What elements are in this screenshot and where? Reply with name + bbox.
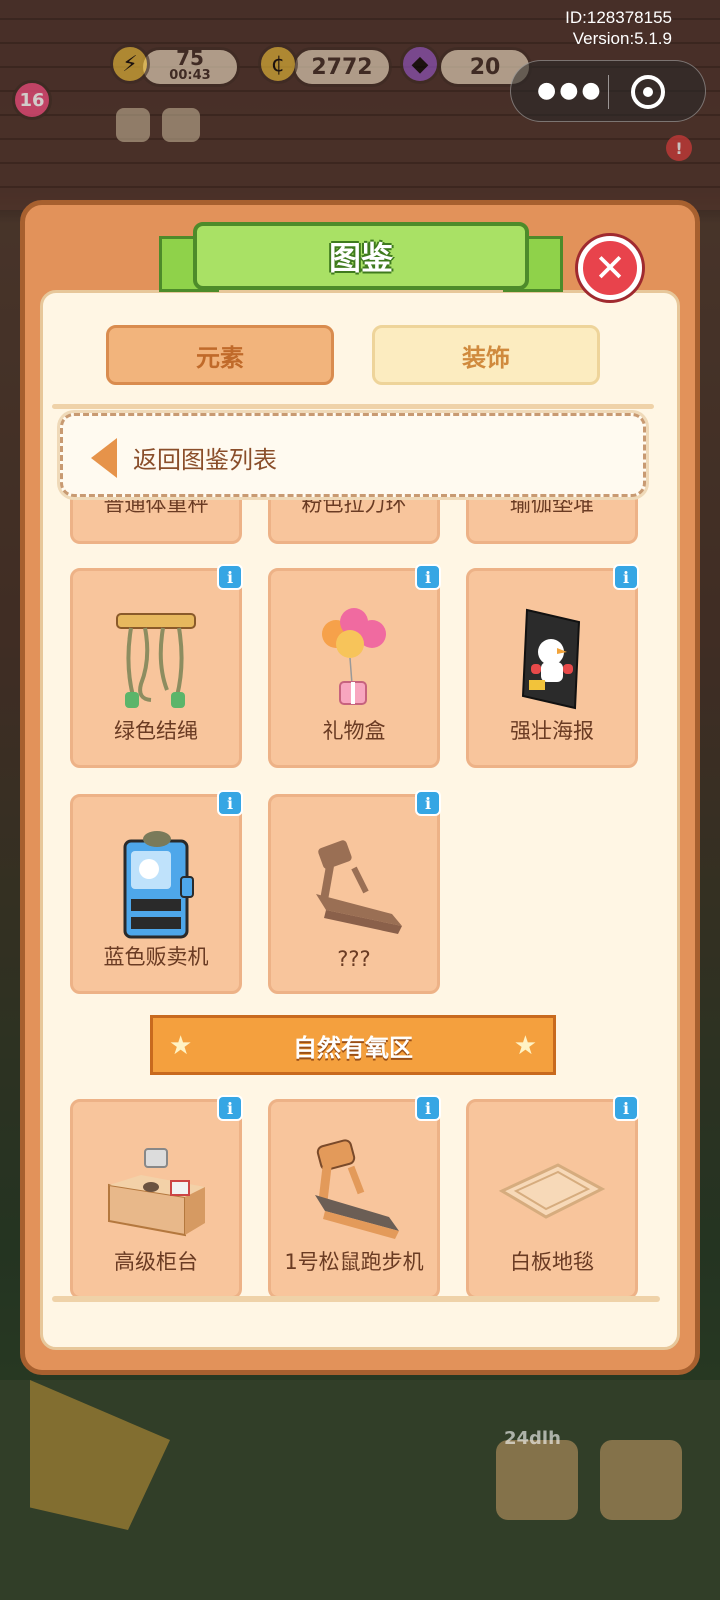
energy-timer: 00:43 — [169, 68, 211, 83]
gem-icon: ◆ — [400, 44, 440, 84]
coin-value: 2772 — [311, 54, 373, 80]
energy-counter[interactable]: 75 00:43 — [140, 47, 240, 87]
info-icon[interactable]: i — [613, 1095, 639, 1121]
mail-icon[interactable] — [162, 108, 200, 142]
close-miniprogram-icon[interactable] — [631, 75, 665, 109]
item-card-white-rug[interactable]: 白板地毯 — [466, 1099, 638, 1299]
version-label: Version:5.1.9 — [572, 29, 672, 48]
treadmill-icon — [271, 1120, 437, 1260]
capsule-divider — [608, 75, 609, 109]
tab-decorations[interactable]: 装饰 — [372, 325, 600, 385]
lightning-icon: ⚡ — [110, 44, 150, 84]
social-button[interactable] — [600, 1440, 682, 1520]
close-icon: ✕ — [594, 246, 626, 290]
star-icon: ★ — [513, 1031, 537, 1061]
back-to-list-button[interactable]: 返回图鉴列表 — [60, 413, 646, 497]
item-card-unknown[interactable]: ??? — [268, 794, 440, 994]
item-name: 蓝色贩卖机 — [103, 945, 209, 969]
bottom-timer: 24dlh — [504, 1428, 561, 1449]
treadmill-silhouette-icon — [271, 815, 437, 955]
more-options-icon[interactable]: ●●● — [537, 80, 604, 102]
divider — [52, 404, 654, 409]
counter-desk-icon — [73, 1120, 239, 1260]
tab-elements[interactable]: 元素 — [106, 325, 334, 385]
level-value: 16 — [19, 89, 45, 111]
section-title: 自然有氧区 — [293, 1033, 413, 1062]
energy-value: 75 — [176, 46, 204, 70]
gem-value: 20 — [469, 54, 501, 80]
info-icon[interactable]: i — [217, 790, 243, 816]
card-cut[interactable]: 瑜伽垫堆 — [466, 490, 638, 544]
item-card-squirrel-treadmill[interactable]: 1号松鼠跑步机 — [268, 1099, 440, 1299]
info-icon[interactable]: i — [217, 1095, 243, 1121]
card-cut[interactable]: 粉色拉力环 — [268, 490, 440, 544]
info-icon[interactable]: i — [415, 1095, 441, 1121]
item-name: 高级柜台 — [114, 1250, 198, 1274]
item-name: 1号松鼠跑步机 — [284, 1250, 424, 1274]
item-card-blue-vending[interactable]: 蓝色贩卖机 — [70, 794, 242, 994]
poster-icon — [469, 589, 635, 729]
star-icon: ★ — [169, 1031, 193, 1061]
level-badge[interactable]: 16 — [12, 80, 52, 120]
coin-icon: ¢ — [258, 44, 298, 84]
modal-title: 图鉴 — [193, 222, 529, 290]
info-icon[interactable]: i — [217, 564, 243, 590]
item-card-premium-counter[interactable]: 高级柜台 — [70, 1099, 242, 1299]
info-icon[interactable]: i — [415, 790, 441, 816]
item-card-strong-poster[interactable]: 强壮海报 — [466, 568, 638, 768]
card-pack-button[interactable] — [496, 1440, 578, 1520]
miniprogram-capsule: ●●● — [510, 60, 706, 122]
back-label: 返回图鉴列表 — [133, 446, 277, 474]
coin-counter[interactable]: 2772 — [292, 47, 392, 87]
vending-machine-icon — [73, 815, 239, 955]
info-icon[interactable]: i — [415, 564, 441, 590]
item-name: 强壮海报 — [510, 719, 594, 743]
item-name: 绿色结绳 — [114, 719, 198, 743]
list-bottom-edge — [52, 1296, 660, 1302]
title-ribbon: 图鉴 — [159, 222, 563, 298]
settings-icon[interactable] — [116, 108, 150, 142]
info-icon[interactable]: i — [613, 564, 639, 590]
back-arrow-icon — [91, 438, 117, 478]
section-banner: ★ 自然有氧区 ★ — [150, 1015, 556, 1075]
item-name: 白板地毯 — [510, 1250, 594, 1274]
item-name: 礼物盒 — [322, 719, 386, 743]
item-card-green-rope[interactable]: 绿色结绳 — [70, 568, 242, 768]
close-button[interactable]: ✕ — [578, 236, 642, 300]
user-id: ID:128378155 — [565, 8, 672, 27]
rug-icon — [469, 1120, 635, 1260]
item-card-gift-box[interactable]: 礼物盒 — [268, 568, 440, 768]
card-cut[interactable]: 普通体重秤 — [70, 490, 242, 544]
notification-alert-icon: ! — [666, 135, 692, 161]
rope-rack-icon — [73, 589, 239, 729]
item-name: ??? — [337, 947, 371, 971]
balloon-gift-icon — [271, 589, 437, 729]
